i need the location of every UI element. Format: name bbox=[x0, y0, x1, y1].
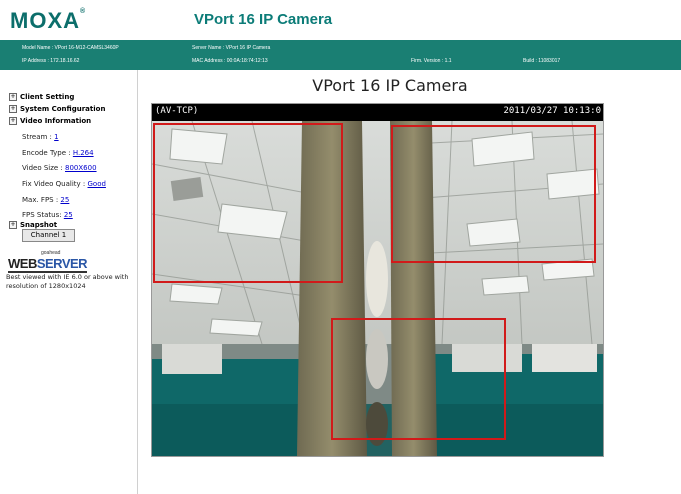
encode-type-link[interactable]: H.264 bbox=[73, 149, 94, 157]
moxa-logo: MOXA® bbox=[10, 8, 87, 33]
menu-label: Video Information bbox=[20, 117, 92, 125]
build-number: Build : 11083017 bbox=[523, 58, 561, 64]
camera-video-feed[interactable]: (AV-TCP) 2011/03/27 10:13:0 bbox=[151, 103, 604, 457]
expand-plus-icon[interactable]: + bbox=[9, 221, 17, 229]
menu-video-information[interactable]: + Video Information bbox=[9, 117, 91, 125]
video-title: VPort 16 IP Camera bbox=[312, 76, 468, 95]
menu-system-configuration[interactable]: + System Configuration bbox=[9, 105, 105, 113]
channel-1-button[interactable]: Channel 1 bbox=[22, 229, 75, 242]
info-video-quality: Fix Video Quality : Good bbox=[22, 180, 106, 188]
menu-label: System Configuration bbox=[20, 105, 106, 113]
video-quality-link[interactable]: Good bbox=[88, 180, 106, 188]
model-name: Model Name : VPort 16-M12-CAMSL3460P bbox=[22, 45, 119, 51]
firm-version: Firm. Version : 1.1 bbox=[411, 58, 452, 64]
video-size-link[interactable]: 800X600 bbox=[65, 164, 97, 172]
fps-status-link[interactable]: 25 bbox=[64, 211, 73, 219]
expand-plus-icon[interactable]: + bbox=[9, 117, 17, 125]
expand-plus-icon[interactable]: + bbox=[9, 93, 17, 101]
app-title: VPort 16 IP Camera bbox=[194, 11, 333, 28]
info-encode-type: Encode Type : H.264 bbox=[22, 149, 94, 157]
ip-address: IP Address : 172.18.16.62 bbox=[22, 58, 80, 64]
expand-plus-icon[interactable]: + bbox=[9, 105, 17, 113]
menu-snapshot[interactable]: + Snapshot bbox=[9, 221, 57, 229]
camera-image bbox=[152, 120, 603, 456]
sidebar: + Client Setting + System Configuration … bbox=[0, 70, 138, 494]
top-header: MOXA® VPort 16 IP Camera bbox=[0, 0, 681, 40]
device-info-bar: Model Name : VPort 16-M12-CAMSL3460P Ser… bbox=[0, 40, 681, 70]
menu-client-setting[interactable]: + Client Setting bbox=[9, 93, 74, 101]
mac-address: MAC Address : 00:0A:18:74:12:13 bbox=[192, 58, 268, 64]
max-fps-link[interactable]: 25 bbox=[60, 196, 69, 204]
goahead-webserver-logo: goahead WEBSERVER bbox=[8, 250, 88, 273]
info-max-fps: Max. FPS : 25 bbox=[22, 196, 70, 204]
menu-label: Snapshot bbox=[20, 221, 58, 229]
stream-protocol-label: (AV-TCP) bbox=[155, 106, 199, 116]
browser-recommendation: Best viewed with IE 6.0 or above with re… bbox=[6, 273, 129, 290]
menu-label: Client Setting bbox=[20, 93, 75, 101]
server-name: Server Name : VPort 16 IP Camera bbox=[192, 45, 271, 51]
info-fps-status: FPS Status: 25 bbox=[22, 211, 73, 219]
info-stream: Stream : 1 bbox=[22, 133, 59, 141]
info-video-size: Video Size : 800X600 bbox=[22, 164, 97, 172]
stream-link[interactable]: 1 bbox=[54, 133, 58, 141]
video-timestamp: 2011/03/27 10:13:0 bbox=[503, 106, 601, 116]
